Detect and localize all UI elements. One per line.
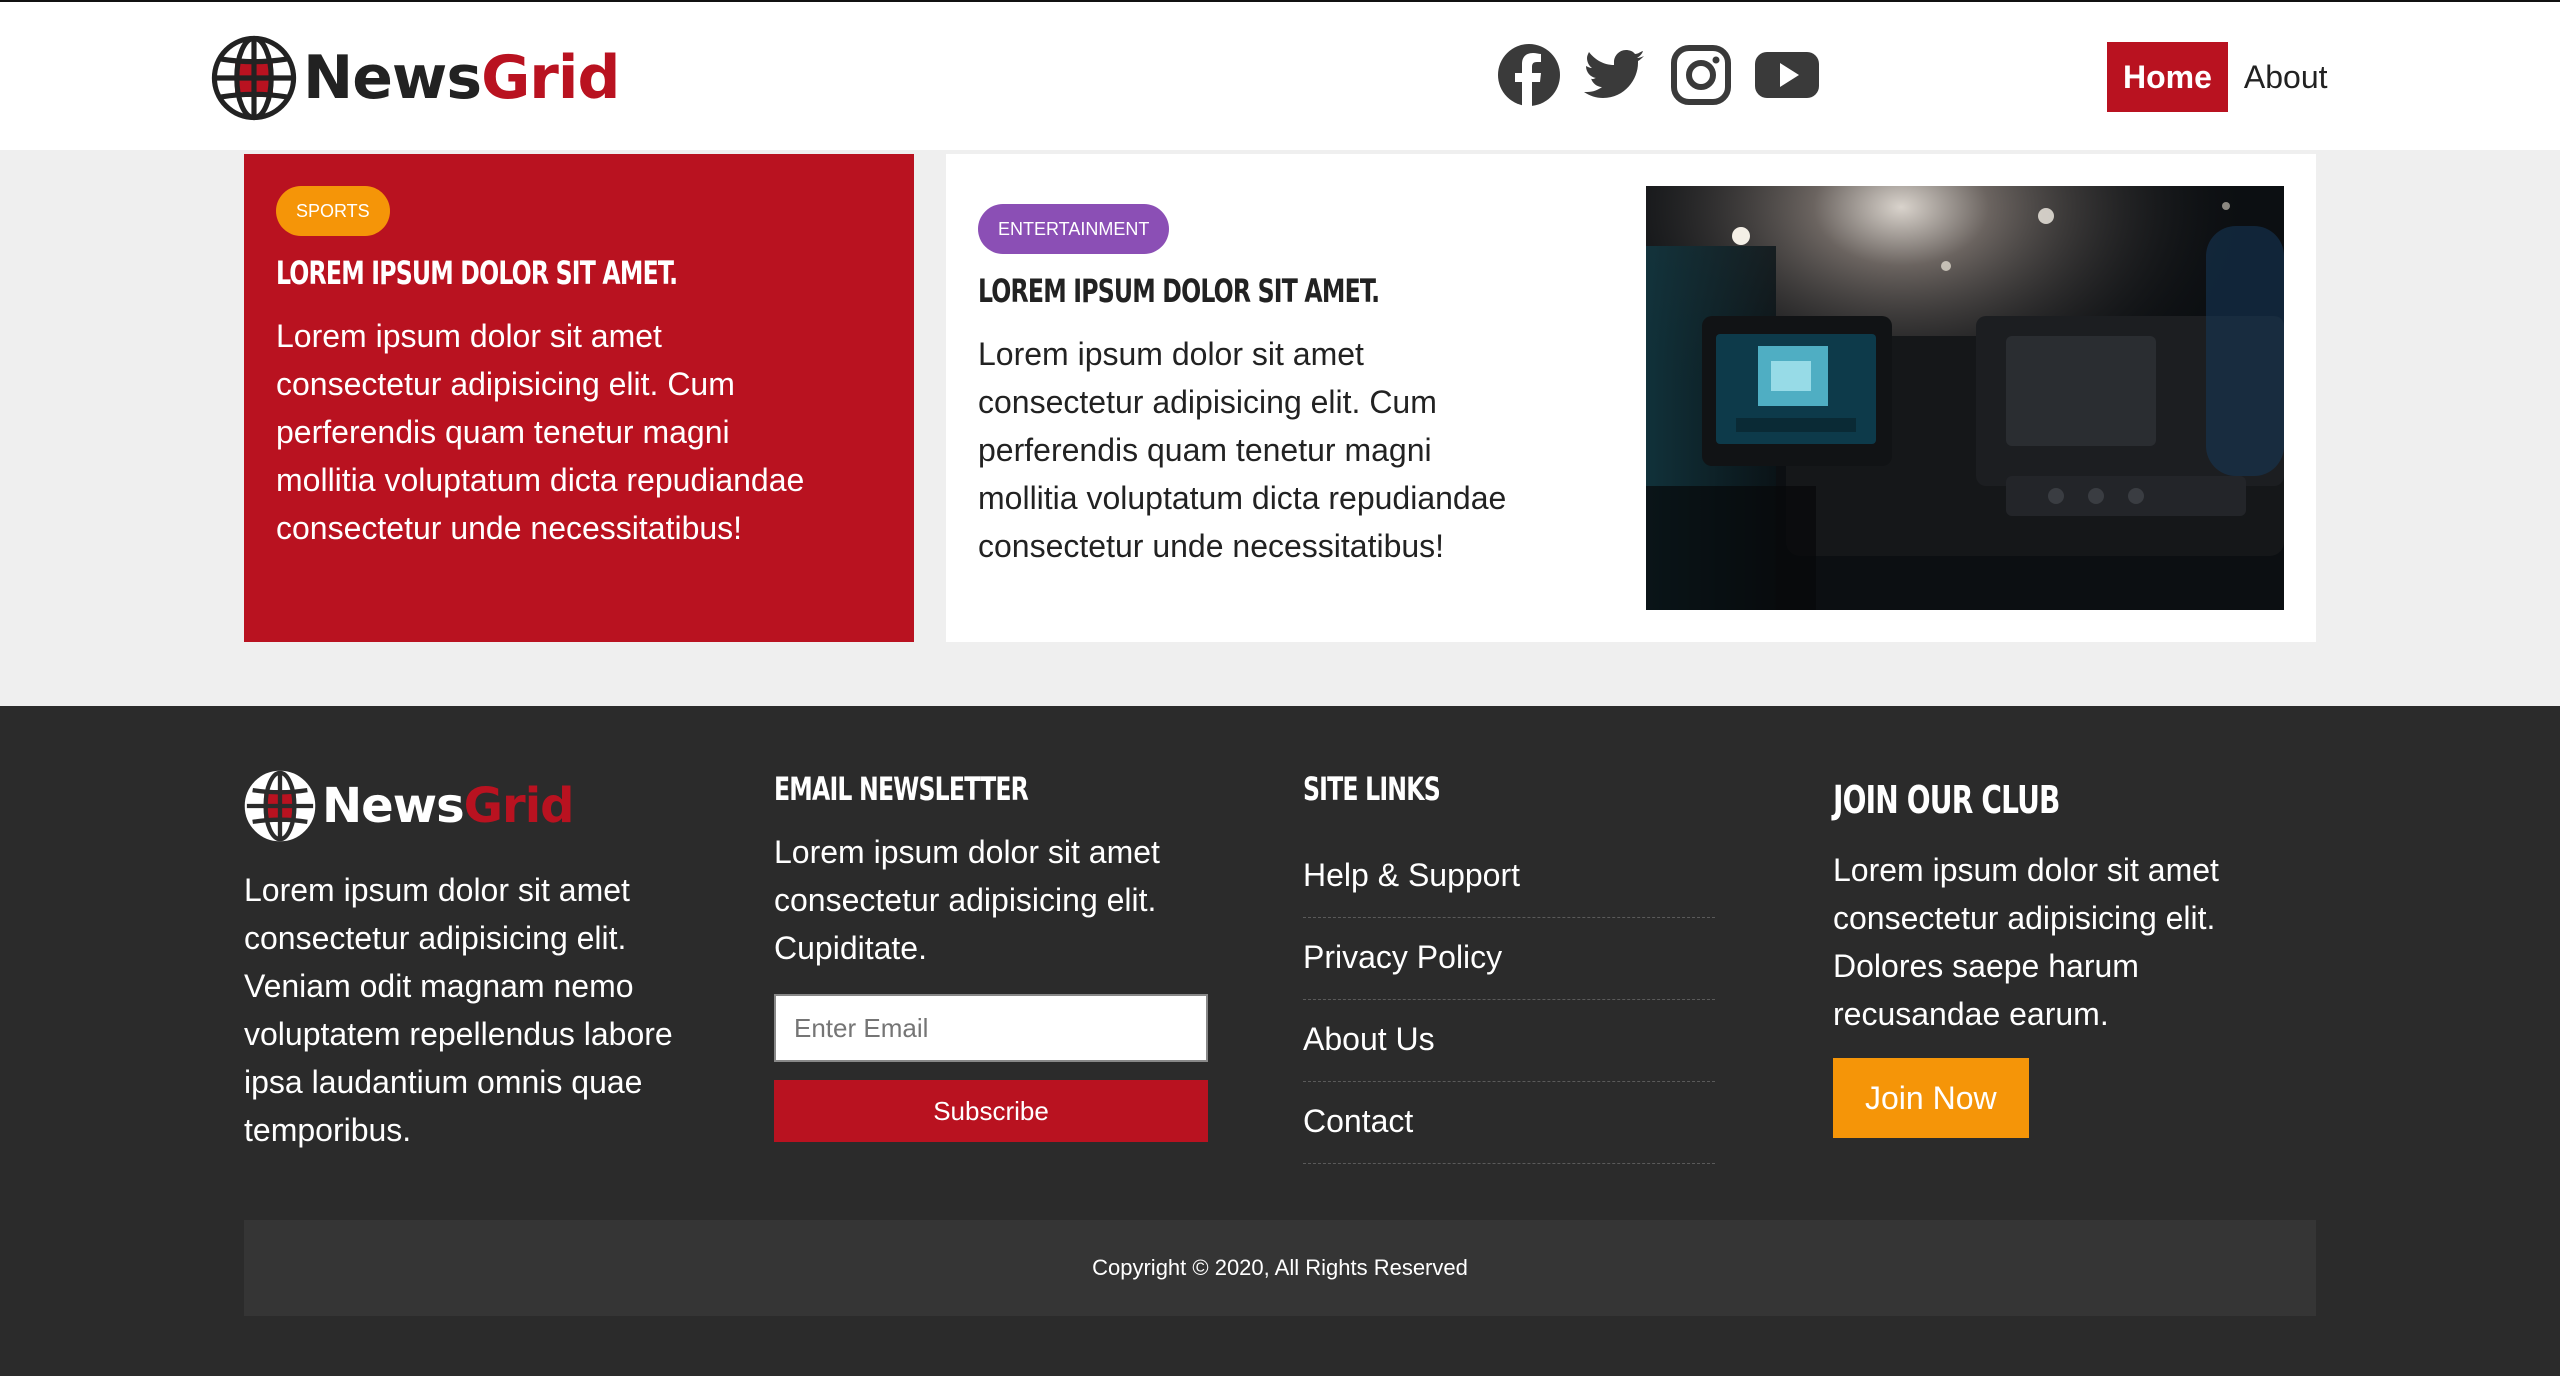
site-links-title: Site Links	[1303, 770, 1441, 808]
footer-about-text: Lorem ipsum dolor sit amet consectetur a…	[244, 872, 673, 1148]
card-text: Lorem ipsum dolor sit amet consectetur a…	[276, 318, 805, 546]
footer-club: Join Our Club Lorem ipsum dolor sit amet…	[1833, 770, 2313, 1138]
category-badge-entertainment[interactable]: Entertainment	[978, 204, 1170, 254]
camera-photo-illustration	[1646, 186, 2284, 610]
email-field[interactable]	[774, 994, 1208, 1062]
brand-name: NewsGrid	[303, 43, 620, 113]
card-photo	[1646, 186, 2284, 610]
sports-card: Sports Lorem ipsum dolor sit amet. Lorem…	[244, 154, 914, 642]
club-title: Join Our Club	[1833, 778, 2060, 822]
link-about-us[interactable]: About Us	[1303, 1000, 1715, 1082]
youtube-icon[interactable]	[1754, 42, 1820, 108]
globe-logo-icon	[244, 770, 316, 842]
link-help-support[interactable]: Help & Support	[1303, 836, 1715, 918]
copyright-bar: Copyright © 2020, All Rights Reserved	[244, 1220, 2316, 1316]
nav-home[interactable]: Home	[2107, 42, 2228, 112]
category-badge-sports[interactable]: Sports	[276, 186, 390, 236]
card-text: Lorem ipsum dolor sit amet consectetur a…	[978, 336, 1507, 564]
main-nav: Home About	[2107, 42, 2344, 112]
card-title: Lorem ipsum dolor sit amet.	[978, 272, 1380, 310]
club-text: Lorem ipsum dolor sit amet consectetur a…	[1833, 852, 2219, 1032]
card-text-column: Entertainment Lorem ipsum dolor sit amet…	[978, 204, 1578, 570]
newsletter-text: Lorem ipsum dolor sit amet consectetur a…	[774, 834, 1160, 966]
brand-logo[interactable]: NewsGrid	[211, 34, 620, 122]
link-privacy-policy[interactable]: Privacy Policy	[1303, 918, 1715, 1000]
footer-logo[interactable]: NewsGrid	[244, 768, 575, 844]
navbar: NewsGrid Home About	[0, 0, 2560, 150]
nav-about[interactable]: About	[2228, 42, 2344, 112]
instagram-icon[interactable]	[1668, 42, 1734, 108]
footer: NewsGrid Lorem ipsum dolor sit amet cons…	[0, 706, 2560, 1376]
newsletter-title: Email Newsletter	[774, 770, 1029, 808]
social-links	[1496, 42, 1820, 108]
footer-site-links: Site Links Help & Support Privacy Policy…	[1303, 770, 1715, 1164]
footer-about: Lorem ipsum dolor sit amet consectetur a…	[244, 866, 694, 1154]
subscribe-button[interactable]: Subscribe	[774, 1080, 1208, 1142]
twitter-icon[interactable]	[1582, 42, 1648, 108]
footer-newsletter: Email Newsletter Lorem ipsum dolor sit a…	[774, 770, 1234, 1142]
card-title: Lorem ipsum dolor sit amet.	[276, 254, 678, 292]
globe-logo-icon	[211, 35, 297, 121]
join-now-button[interactable]: Join Now	[1833, 1058, 2029, 1138]
copyright-text: Copyright © 2020, All Rights Reserved	[1092, 1255, 1468, 1280]
brand-name: NewsGrid	[322, 778, 575, 834]
entertainment-card: Entertainment Lorem ipsum dolor sit amet…	[946, 154, 2316, 642]
facebook-icon[interactable]	[1496, 42, 1562, 108]
site-links-list: Help & Support Privacy Policy About Us C…	[1303, 836, 1715, 1164]
link-contact[interactable]: Contact	[1303, 1082, 1715, 1164]
